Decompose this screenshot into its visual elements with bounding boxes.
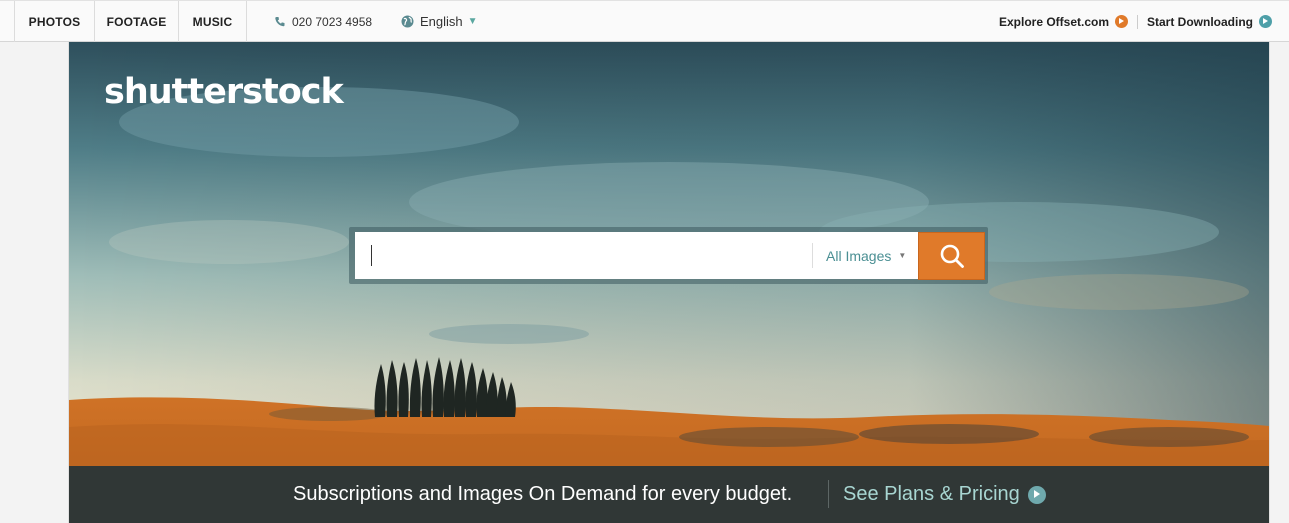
explore-offset-label: Explore Offset.com — [999, 14, 1110, 29]
search-icon — [940, 244, 964, 268]
chevron-down-icon: ▼ — [467, 16, 478, 27]
divider — [812, 243, 813, 268]
top-navigation-bar: PHOTOS FOOTAGE MUSIC 020 7023 4958 Engli… — [0, 0, 1289, 42]
tab-photos[interactable]: PHOTOS — [15, 1, 95, 42]
divider — [828, 480, 829, 508]
promo-bar: Subscriptions and Images On Demand for e… — [69, 466, 1269, 523]
search-button[interactable] — [918, 232, 985, 280]
arrow-right-icon — [1115, 15, 1129, 28]
explore-offset-link[interactable]: Explore Offset.com — [999, 1, 1129, 42]
promo-text: Subscriptions and Images On Demand for e… — [293, 483, 793, 505]
shutterstock-logo[interactable]: shutterstock — [104, 72, 344, 112]
see-plans-pricing-link[interactable]: See Plans & Pricing — [843, 466, 1046, 523]
image-type-filter-label: All Images — [826, 247, 892, 264]
language-selector[interactable]: English ▼ — [401, 1, 478, 42]
start-downloading-label: Start Downloading — [1147, 14, 1253, 29]
phone-number: 020 7023 4958 — [274, 1, 372, 42]
tab-music[interactable]: MUSIC — [179, 1, 247, 42]
phone-icon — [275, 16, 285, 26]
arrow-right-icon — [1027, 485, 1046, 504]
tab-footage[interactable]: FOOTAGE — [95, 1, 179, 42]
globe-icon — [401, 15, 414, 28]
image-type-filter[interactable]: All Images ▼ — [826, 232, 906, 279]
see-plans-pricing-label: See Plans & Pricing — [843, 483, 1020, 505]
start-downloading-link[interactable]: Start Downloading — [1147, 1, 1272, 42]
arrow-right-icon — [1259, 15, 1272, 28]
language-label: English — [420, 14, 463, 29]
phone-number-text: 020 7023 4958 — [292, 14, 373, 29]
chevron-down-icon: ▼ — [898, 251, 907, 260]
divider — [1137, 15, 1138, 29]
text-cursor — [371, 245, 372, 266]
page-border-right — [1269, 42, 1270, 523]
